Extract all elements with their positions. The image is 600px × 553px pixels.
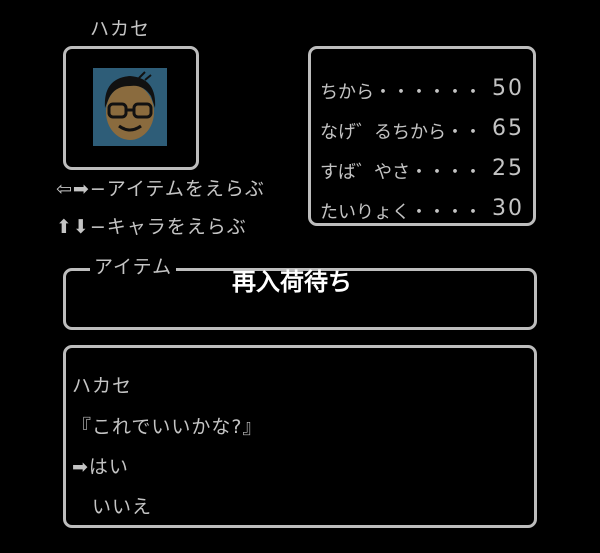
stat-dots: ・・・・ — [410, 162, 482, 183]
chara-select-hint: ⬆⬇−キャラをえらぶ — [56, 216, 247, 238]
stat-row-power: ちから・・・・・・ 50 — [320, 76, 524, 103]
dialog-speaker: ハカセ — [72, 375, 133, 397]
stat-label: すば゛やさ — [320, 162, 410, 183]
character-name: ハカセ — [90, 18, 151, 40]
option-no[interactable]: いいえ — [92, 498, 152, 517]
stat-value: 30 — [492, 196, 524, 221]
character-portrait — [93, 68, 167, 146]
stat-dots: ・・・・ — [410, 202, 482, 223]
stat-dots: ・・・・・・ — [374, 82, 482, 103]
left-right-arrow-icon: ⇦➡ — [56, 178, 90, 200]
item-select-hint: ⇦➡−アイテムをえらぶ — [56, 178, 265, 200]
stat-value: 65 — [492, 116, 524, 141]
stat-row-speed: すば゛やさ・・・・ 25 — [320, 156, 524, 183]
stat-label: なげ゛るちから — [320, 122, 446, 143]
stat-row-stamina: たいりょく・・・・ 30 — [320, 196, 524, 223]
stat-label: ちから — [320, 82, 374, 103]
stat-value: 50 — [492, 76, 524, 101]
up-down-arrow-icon: ⬆⬇ — [56, 216, 90, 238]
stat-value: 25 — [492, 156, 524, 181]
stats-list: ちから・・・・・・ 50 なげ゛るちから・・ 65 すば゛やさ・・・・ 25 た… — [308, 46, 536, 226]
item-box-title: アイテム — [90, 258, 177, 277]
stat-label: たいりょく — [320, 202, 410, 223]
stat-dots: ・・ — [446, 122, 482, 143]
overlay-caption: 再入荷待ち — [232, 267, 352, 296]
stat-row-throw: なげ゛るちから・・ 65 — [320, 116, 524, 143]
dialog-message: 『これでいいかな?』 — [72, 416, 263, 438]
option-yes[interactable]: ➡はい — [72, 458, 129, 477]
option-label: はい — [88, 456, 129, 478]
cursor-arrow-icon: ➡ — [72, 456, 89, 478]
face-icon — [104, 71, 156, 140]
